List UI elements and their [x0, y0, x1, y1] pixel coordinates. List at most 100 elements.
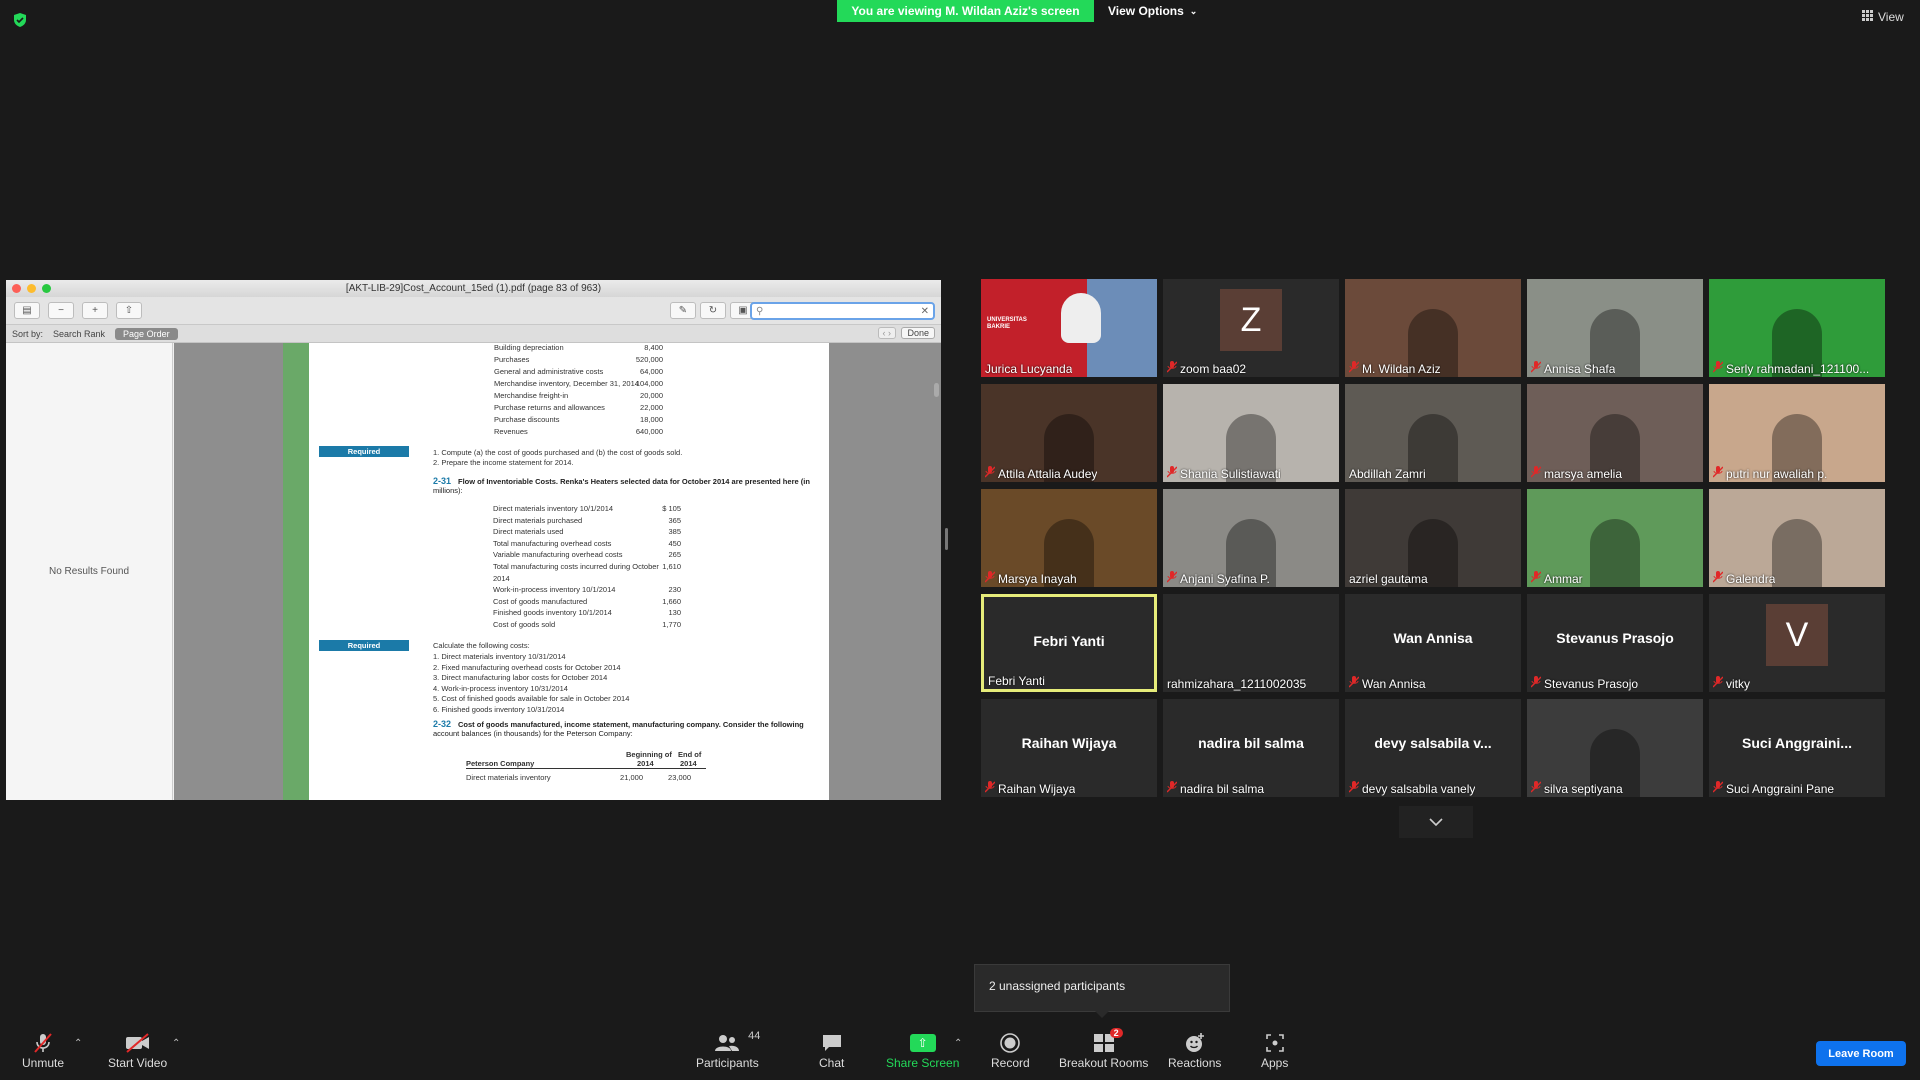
participant-display-name: Stevanus Prasojo [1556, 630, 1674, 646]
participant-tile[interactable]: putri nur awaliah p. [1709, 384, 1885, 482]
participant-name: Abdillah Zamri [1349, 467, 1426, 481]
statement-line-label: Purchase returns and allowances [494, 403, 605, 412]
unmute-button[interactable]: Unmute [22, 1030, 64, 1070]
participant-tile[interactable]: Shania Sulistiawati [1163, 384, 1339, 482]
participant-tile[interactable]: Attila Attalia Audey [981, 384, 1157, 482]
participant-tile[interactable]: Vvitky [1709, 594, 1885, 692]
participant-name-label: Shania Sulistiawati [1167, 466, 1281, 481]
document-title: [AKT-LIB-29]Cost_Account_15ed (1).pdf (p… [345, 283, 602, 294]
participant-tile[interactable]: silva septiyana [1527, 699, 1703, 797]
participant-name-label: Suci Anggraini Pane [1713, 781, 1834, 796]
gallery-next-page-button[interactable] [1399, 806, 1473, 838]
participant-tile[interactable]: Zzoom baa02 [1163, 279, 1339, 377]
record-button[interactable]: Record [991, 1030, 1030, 1070]
participant-tile[interactable]: Raihan Wijaya Raihan Wijaya [981, 699, 1157, 797]
participant-display-name: devy salsabila v... [1374, 735, 1492, 751]
requirement-item: 2. Fixed manufacturing overhead costs fo… [433, 662, 621, 672]
share-screen-button[interactable]: ⇧ Share Screen [886, 1030, 959, 1070]
view-layout-button[interactable]: View [1862, 10, 1904, 24]
shared-screen[interactable]: [AKT-LIB-29]Cost_Account_15ed (1).pdf (p… [6, 280, 941, 800]
participant-tile[interactable]: UNIVERSITAS BAKRIE Jurica Lucyanda [981, 279, 1157, 377]
mic-muted-icon [1167, 361, 1178, 376]
zoom-in-icon[interactable]: + [82, 302, 108, 319]
participant-tile[interactable]: Marsya Inayah [981, 489, 1157, 587]
participant-name: Shania Sulistiawati [1180, 466, 1281, 481]
problem-number: 2-31 [433, 476, 452, 486]
required-header: Required [319, 446, 409, 457]
participant-name: Raihan Wijaya [998, 781, 1076, 796]
participant-name-label: devy salsabila vanely [1349, 781, 1475, 796]
participant-name: Febri Yanti [988, 674, 1045, 688]
participant-tile[interactable]: M. Wildan Aziz [1345, 279, 1521, 377]
video-options-caret-icon[interactable]: ⌃ [172, 1038, 180, 1049]
participant-name: Wan Annisa [1362, 676, 1426, 691]
zoom-out-icon[interactable]: − [48, 302, 74, 319]
markup-pen-icon[interactable]: ✎ [670, 302, 696, 319]
schedule-line-label: Variable manufacturing overhead costs [493, 550, 623, 560]
participant-name-label: azriel gautama [1349, 572, 1428, 586]
share-options-caret-icon[interactable]: ⌃ [954, 1038, 962, 1049]
participant-name-label: zoom baa02 [1167, 361, 1246, 376]
participants-button[interactable]: 44 Participants [696, 1030, 761, 1070]
problem-text: Cost of goods manufactured, income state… [458, 720, 804, 729]
scrollbar-thumb[interactable] [934, 383, 939, 397]
security-shield-icon[interactable] [12, 12, 28, 28]
participant-tile[interactable]: Anjani Syafina P. [1163, 489, 1339, 587]
sidebar-toggle-icon[interactable]: ▤ [14, 302, 40, 319]
participant-tile[interactable]: Febri Yanti Febri Yanti [981, 594, 1157, 692]
participant-tile[interactable]: Wan Annisa Wan Annisa [1345, 594, 1521, 692]
participant-tile[interactable]: Stevanus Prasojo Stevanus Prasojo [1527, 594, 1703, 692]
participant-name: zoom baa02 [1180, 361, 1247, 376]
statement-line-label: Purchases [494, 355, 530, 364]
leave-room-button[interactable]: Leave Room [1816, 1041, 1906, 1066]
result-nav-arrows[interactable]: ‹ › [877, 327, 896, 339]
reactions-button[interactable]: Reactions [1168, 1030, 1221, 1070]
sort-page-order-button[interactable]: Page Order [115, 327, 178, 340]
participant-tile[interactable]: rahmizahara_1211002035 [1163, 594, 1339, 692]
view-options-button[interactable]: View Options ⌄ [1108, 0, 1197, 22]
page-viewport[interactable]: Building depreciation 8,400 Purchases 520,0… [174, 343, 941, 800]
reactions-label: Reactions [1168, 1056, 1222, 1070]
rotate-icon[interactable]: ↻ [700, 302, 726, 319]
chat-button[interactable]: Chat [819, 1030, 844, 1070]
participant-tile[interactable]: Ammar [1527, 489, 1703, 587]
problem-text-cont: millions): [433, 486, 463, 495]
participant-name: azriel gautama [1349, 572, 1428, 586]
microphone-muted-icon [31, 1030, 55, 1056]
mic-muted-icon [1531, 571, 1542, 586]
participant-tile[interactable]: Annisa Shafa [1527, 279, 1703, 377]
clear-search-icon[interactable]: ✕ [921, 306, 929, 317]
participant-tile[interactable]: devy salsabila v... devy salsabila vanely [1345, 699, 1521, 797]
participant-name: Suci Anggraini Pane [1726, 781, 1835, 796]
avatar: Z [1220, 289, 1282, 351]
participant-name: Stevanus Prasojo [1544, 676, 1639, 691]
participant-tile[interactable]: Serly rahmadani_121100... [1709, 279, 1885, 377]
participant-display-name: Febri Yanti [1033, 633, 1105, 649]
slide-logo-text: UNIVERSITAS BAKRIE [987, 317, 1027, 330]
participant-name-label: M. Wildan Aziz [1349, 361, 1441, 376]
participant-tile[interactable]: Suci Anggraini... Suci Anggraini Pane [1709, 699, 1885, 797]
participant-tile[interactable]: nadira bil salma nadira bil salma [1163, 699, 1339, 797]
participants-count: 44 [748, 1030, 761, 1042]
participant-tile[interactable]: azriel gautama [1345, 489, 1521, 587]
participant-name: Galendra [1726, 571, 1776, 586]
sort-search-rank-button[interactable]: Search Rank [53, 329, 105, 339]
schedule-line-value: 265 [668, 550, 681, 560]
participant-tile[interactable]: Galendra [1709, 489, 1885, 587]
share-doc-icon[interactable]: ⇧ [116, 302, 142, 319]
participant-name: nadira bil salma [1180, 781, 1265, 796]
record-label: Record [991, 1056, 1030, 1070]
split-view-handle[interactable] [945, 528, 948, 550]
apps-button[interactable]: Apps [1261, 1030, 1288, 1070]
audio-options-caret-icon[interactable]: ⌃ [74, 1038, 82, 1049]
document-search-input[interactable]: ⚲ ✕ [750, 302, 935, 320]
participant-name-label: Wan Annisa [1349, 676, 1426, 691]
participant-tile[interactable]: Abdillah Zamri [1345, 384, 1521, 482]
breakout-rooms-button[interactable]: 2 Breakout Rooms [1059, 1028, 1148, 1070]
participant-tile[interactable]: marsya amelia [1527, 384, 1703, 482]
start-video-button[interactable]: Start Video [108, 1030, 167, 1070]
statement-line-label: Revenues [494, 427, 528, 436]
toast-text: 2 unassigned participants [989, 979, 1126, 993]
requirement-item: 4. Work-in-process inventory 10/31/2014 [433, 683, 568, 693]
done-button[interactable]: Done [901, 327, 935, 339]
